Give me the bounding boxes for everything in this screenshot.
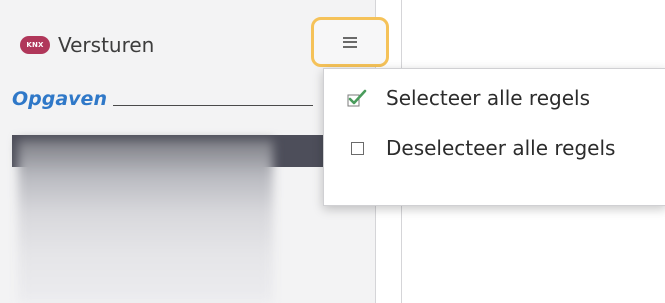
hamburger-menu-icon bbox=[343, 36, 357, 48]
blurred-list-content bbox=[18, 140, 273, 303]
dropdown-menu: Selecteer alle regels Deselecteer alle r… bbox=[323, 68, 665, 206]
menu-item-select-all[interactable]: Selecteer alle regels bbox=[324, 73, 665, 123]
menu-item-label: Selecteer alle regels bbox=[386, 86, 590, 110]
checked-checkbox-icon bbox=[346, 87, 368, 109]
section-label-opgaven: Opgaven bbox=[12, 88, 107, 110]
hamburger-menu-button[interactable] bbox=[311, 17, 389, 67]
menu-item-deselect-all[interactable]: Deselecteer alle regels bbox=[324, 123, 665, 173]
empty-checkbox-icon bbox=[346, 137, 368, 159]
knx-logo-icon: KNX bbox=[20, 36, 50, 54]
section-heading: Opgaven bbox=[12, 88, 313, 110]
section-underline bbox=[112, 105, 313, 106]
panel-header: KNX Versturen bbox=[20, 30, 154, 60]
panel-title: Versturen bbox=[58, 33, 155, 57]
menu-item-label: Deselecteer alle regels bbox=[386, 136, 616, 160]
